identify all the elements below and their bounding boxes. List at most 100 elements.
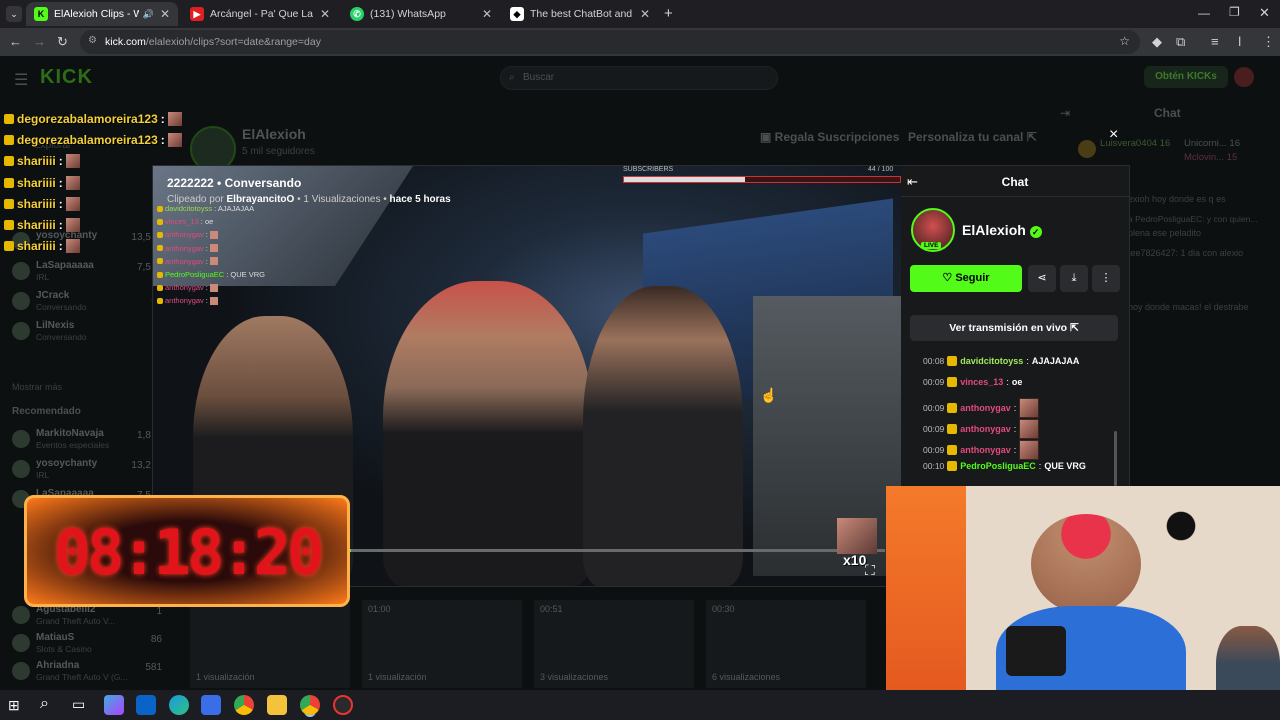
extension-icon[interactable]: ◆ <box>1152 34 1162 50</box>
emote-icon <box>65 239 80 254</box>
close-tab-icon[interactable]: ✕ <box>482 7 492 21</box>
subs-goal-label: SUBSCRIBERS <box>623 166 674 173</box>
clip-card[interactable]: 1 visualización <box>190 600 350 688</box>
emote-icon <box>65 218 80 233</box>
overlay-chat-line: degorezabalamoreira123: <box>4 108 182 129</box>
customize-channel-button[interactable]: Personaliza tu canal ⇱ <box>908 130 1037 144</box>
edge-icon[interactable] <box>169 695 189 715</box>
tab-search-icon[interactable]: ⌄ <box>6 6 22 22</box>
crown-badge-icon <box>4 177 14 188</box>
sidebar-item-lasapaaaaa[interactable]: LaSapaaaaa IRL 7,5 m <box>12 258 162 284</box>
obs-icon[interactable] <box>333 695 353 715</box>
copilot-icon[interactable] <box>104 695 124 715</box>
windows-start-icon[interactable]: ⊞ <box>8 697 20 714</box>
collapse-chat-icon[interactable]: ⇥ <box>1060 106 1070 120</box>
address-bar[interactable]: ⚙ kick.com/elalexioh/clips?sort=date&ran… <box>80 30 1140 54</box>
more-options-icon[interactable]: ⋮ <box>1092 265 1120 292</box>
bookmark-star-icon[interactable]: ☆ <box>1119 34 1130 48</box>
sidebar-item-matiaus[interactable]: MatiauS Slots & Casino 86 <box>12 630 162 656</box>
close-modal-button[interactable]: × <box>1109 126 1118 144</box>
streamer-name-line[interactable]: ElAlexioh ✓ <box>962 222 1042 238</box>
sidebar-item-jcrack[interactable]: JCrackConversando17 <box>12 288 162 314</box>
emote-icon <box>167 111 182 126</box>
share-icon[interactable]: ⋖ <box>1028 265 1056 292</box>
store-icon[interactable] <box>201 695 221 715</box>
tab-youtube[interactable]: ▶ Arcángel - Pa' Que La Pases Bie ✕ <box>182 2 338 26</box>
close-tab-icon[interactable]: ✕ <box>160 7 170 21</box>
chat-badge-icon <box>947 461 958 471</box>
tab-kick-clips[interactable]: K ElAlexioh Clips - Watch Live 🔊 ✕ <box>26 2 178 26</box>
live-badge: LIVE <box>921 242 942 249</box>
emote-icon <box>65 175 80 190</box>
follow-button[interactable]: ♡ Seguir <box>910 265 1022 292</box>
new-tab-icon[interactable]: + <box>664 5 673 22</box>
file-explorer-icon[interactable] <box>267 695 287 715</box>
search-input[interactable]: ⌕ Buscar <box>500 66 778 90</box>
user-avatar[interactable] <box>1234 67 1254 87</box>
emote-icon <box>209 296 218 305</box>
close-tab-icon[interactable]: ✕ <box>320 7 330 21</box>
chat-timestamp: 00:10 <box>923 461 945 471</box>
clip-card[interactable]: 00:51 3 visualizaciones <box>534 600 694 688</box>
video-chat-line: anthonygav: <box>157 281 307 294</box>
tab-chatbot[interactable]: ◆ The best ChatBot and Widgets ✕ <box>502 2 658 26</box>
minimize-icon[interactable]: — <box>1198 6 1210 20</box>
task-view-icon[interactable]: ▭ <box>72 696 85 713</box>
tab-label: (131) WhatsApp <box>370 8 446 20</box>
reload-icon[interactable]: ↻ <box>57 34 68 50</box>
bg-chat-msg: hoy donde macas! el destrabe <box>1128 302 1249 312</box>
tab-whatsapp[interactable]: ✆ (131) WhatsApp ✕ <box>342 2 500 26</box>
maximize-icon[interactable]: ❐ <box>1229 5 1240 19</box>
overlay-chat-user: shariiii <box>17 175 56 190</box>
sidebar-item-yosoychanty-rec[interactable]: yosoychanty IRL 13,2 m <box>12 456 162 482</box>
site-info-icon[interactable]: ⚙ <box>88 35 97 46</box>
media-control-icon[interactable]: ≡ <box>1211 34 1219 49</box>
emote-icon <box>209 230 218 239</box>
video-chat-msg: : <box>205 230 208 240</box>
streamer-face <box>1031 514 1141 614</box>
download-icon[interactable]: ⤓ <box>1060 265 1088 292</box>
show-more-link[interactable]: Mostrar más <box>12 382 62 392</box>
hamburger-menu-icon[interactable]: ☰ <box>14 70 28 90</box>
chat-message: 00:10 PedroPosliguaEC: QUE VRG <box>923 461 1086 471</box>
microphone-shape <box>1006 626 1066 676</box>
chat-panel-title: Chat <box>1001 175 1029 189</box>
fullscreen-icon[interactable]: ⛶ <box>865 562 875 579</box>
divider <box>901 196 1129 197</box>
webcam-orange-wall <box>886 486 966 720</box>
sidebar-item-ahriadna[interactable]: Ahriadna Grand Theft Auto V (G... 581 <box>12 658 162 684</box>
extensions-puzzle-icon[interactable]: ⧉ <box>1176 34 1185 50</box>
outlook-icon[interactable] <box>136 695 156 715</box>
chat-message: 00:09 anthonygav: <box>923 419 1040 439</box>
clip-card[interactable]: 00:30 6 visualizaciones <box>706 600 866 688</box>
crown-badge-icon <box>4 156 14 167</box>
overlay-chat-user: degorezabalamoreira123 <box>17 132 158 147</box>
chrome-active-icon[interactable] <box>300 695 320 715</box>
search-taskbar-icon[interactable]: ⌕ <box>40 695 49 713</box>
get-kicks-button[interactable]: Obtén KICKs <box>1144 66 1228 88</box>
chat-scrollbar[interactable] <box>1114 431 1117 486</box>
bg-chat-title: Chat <box>1154 106 1181 120</box>
chrome-icon[interactable] <box>234 695 254 715</box>
menu-kebab-icon[interactable]: ⋮ <box>1262 34 1275 50</box>
profile-icon[interactable]: ǀ <box>1238 34 1241 49</box>
back-icon[interactable]: ← <box>9 34 22 49</box>
gift-subs-button[interactable]: ▣ Regala Suscripciones <box>760 130 899 144</box>
close-window-icon[interactable]: ✕ <box>1259 5 1270 21</box>
audio-icon[interactable]: 🔊 <box>143 9 154 20</box>
youtube-favicon-icon: ▶ <box>190 7 204 21</box>
video-chat-user: anthonygav <box>165 256 204 266</box>
chat-badge-icon <box>947 356 958 366</box>
sidebar-item-lilnexis[interactable]: LilNexis Conversando <box>12 318 162 344</box>
overlay-chat-user: shariiii <box>17 239 56 254</box>
recommended-heading: Recomendado <box>12 406 81 417</box>
forward-icon[interactable]: → <box>33 34 46 49</box>
clip-card[interactable]: 01:00 1 visualización <box>362 600 522 688</box>
close-tab-icon[interactable]: ✕ <box>640 7 650 21</box>
bg-chat-leader-3: Mclovin... 15 <box>1184 152 1238 163</box>
kick-logo[interactable]: KICK <box>40 66 93 89</box>
overlay-chat-line: shariiii: <box>4 236 182 257</box>
watch-live-button[interactable]: Ver transmisión en vivo ⇱ <box>910 315 1118 341</box>
sidebar-item-markitonavaja[interactable]: MarkitoNavaja Eventos especiales 1,8 m <box>12 426 162 452</box>
overlay-chat-line: shariiii: <box>4 151 182 172</box>
